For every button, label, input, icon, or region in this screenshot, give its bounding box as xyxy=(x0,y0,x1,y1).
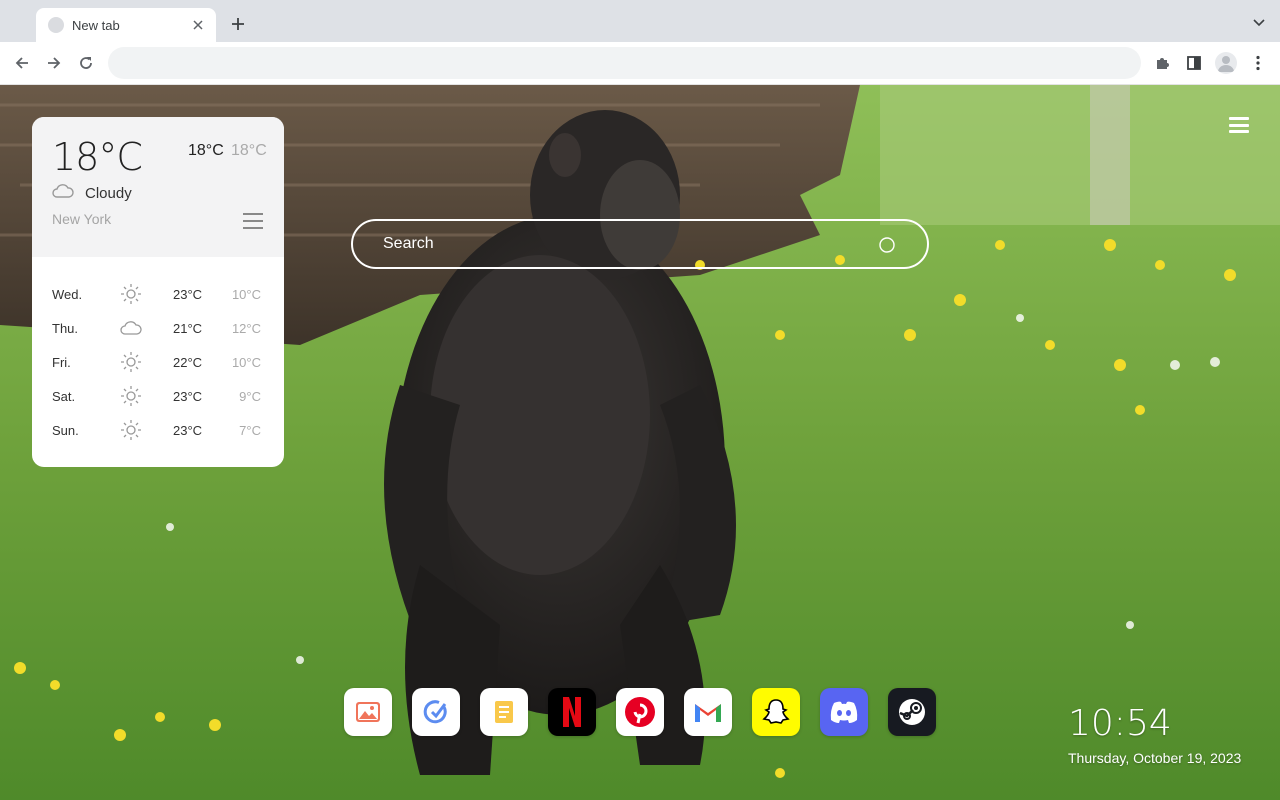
tab-title: New tab xyxy=(72,17,120,33)
new-tab-page: 18°C 18°C 18°C Cloudy New York Wed. 23°C… xyxy=(0,85,1280,800)
forecast-day: Thu. xyxy=(52,321,79,336)
clock-time: 10:54 xyxy=(1068,703,1172,744)
note-icon[interactable] xyxy=(480,688,528,736)
forecast-high: 23°C xyxy=(173,389,203,404)
check-icon[interactable] xyxy=(412,688,460,736)
address-input[interactable] xyxy=(124,47,1125,79)
forecast-list: Wed. 23°C 10°C Thu. 21°C 12°C Fri. 22°C … xyxy=(32,277,284,447)
steam-icon[interactable] xyxy=(888,688,936,736)
close-icon[interactable] xyxy=(190,17,206,33)
forecast-low: 10°C xyxy=(231,287,261,302)
forecast-day: Fri. xyxy=(52,355,71,370)
forecast-row: Sat. 23°C 9°C xyxy=(32,379,284,413)
weather-condition: Cloudy xyxy=(85,185,132,202)
forecast-row: Thu. 21°C 12°C xyxy=(32,311,284,345)
forecast-high: 23°C xyxy=(173,423,203,438)
weather-widget: 18°C 18°C 18°C Cloudy New York Wed. 23°C… xyxy=(32,117,284,467)
forecast-low: 9°C xyxy=(239,389,261,404)
arrow-left-icon[interactable] xyxy=(11,52,33,74)
weather-city: New York xyxy=(52,211,112,227)
forecast-row: Sun. 23°C 7°C xyxy=(32,413,284,447)
avatar-icon[interactable] xyxy=(1215,52,1237,74)
weather-list-button[interactable] xyxy=(243,213,263,229)
tab-strip: New tab xyxy=(0,0,1280,42)
reload-icon[interactable] xyxy=(75,52,97,74)
sun-icon xyxy=(121,352,141,372)
page-menu-button[interactable] xyxy=(1229,117,1249,133)
weather-current: 18°C 18°C 18°C Cloudy New York xyxy=(32,117,284,257)
search-box[interactable] xyxy=(351,219,929,269)
discord-icon[interactable] xyxy=(820,688,868,736)
search-input[interactable] xyxy=(383,221,863,267)
today-high: 18°C xyxy=(188,142,224,159)
today-low: 18°C xyxy=(231,142,267,159)
sun-icon xyxy=(121,420,141,440)
forecast-row: Fri. 22°C 10°C xyxy=(32,345,284,379)
tab-favicon-icon xyxy=(48,17,64,33)
address-bar[interactable] xyxy=(108,47,1141,79)
forecast-high: 21°C xyxy=(173,321,203,336)
forecast-low: 10°C xyxy=(231,355,261,370)
sun-icon xyxy=(121,284,141,304)
chevron-down-icon[interactable] xyxy=(1252,16,1266,30)
netflix-icon[interactable] xyxy=(548,688,596,736)
cloud-icon xyxy=(120,321,142,335)
search-icon[interactable] xyxy=(877,235,897,255)
forecast-day: Sun. xyxy=(52,423,79,438)
gmail-icon[interactable] xyxy=(684,688,732,736)
snapchat-icon[interactable] xyxy=(752,688,800,736)
forecast-day: Wed. xyxy=(52,287,83,302)
sun-icon xyxy=(121,386,141,406)
forecast-high: 23°C xyxy=(173,287,203,302)
browser-toolbar xyxy=(0,42,1280,85)
puzzle-icon[interactable] xyxy=(1151,52,1173,74)
current-temperature: 18°C xyxy=(52,135,143,179)
plus-icon[interactable] xyxy=(228,14,248,34)
image-icon[interactable] xyxy=(344,688,392,736)
app-dock xyxy=(344,688,936,736)
forecast-row: Wed. 23°C 10°C xyxy=(32,277,284,311)
arrow-right-icon[interactable] xyxy=(43,52,65,74)
kebab-menu-icon[interactable] xyxy=(1247,52,1269,74)
clock-date: Thursday, October 19, 2023 xyxy=(1068,750,1242,766)
cloud-icon xyxy=(52,184,74,198)
tab-new-tab[interactable]: New tab xyxy=(36,8,216,42)
forecast-high: 22°C xyxy=(173,355,203,370)
pinterest-icon[interactable] xyxy=(616,688,664,736)
side-panel-icon[interactable] xyxy=(1183,52,1205,74)
forecast-day: Sat. xyxy=(52,389,76,404)
forecast-low: 7°C xyxy=(239,423,261,438)
forecast-low: 12°C xyxy=(231,321,261,336)
